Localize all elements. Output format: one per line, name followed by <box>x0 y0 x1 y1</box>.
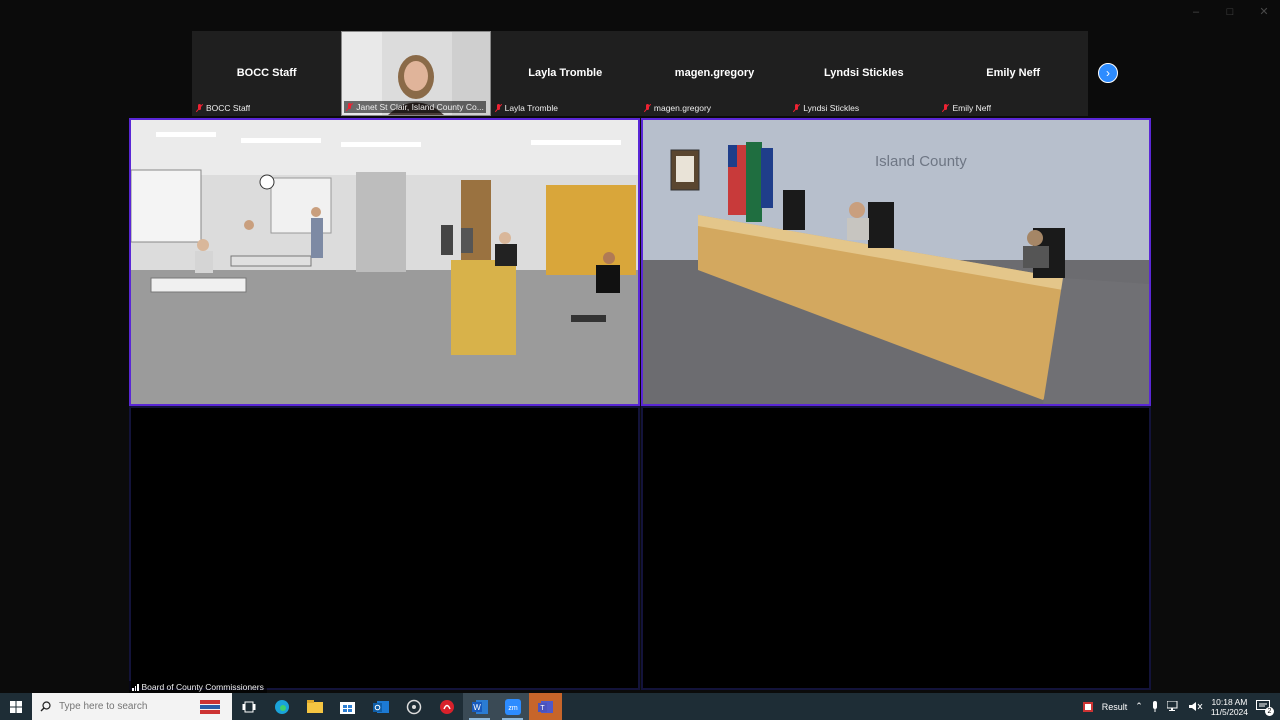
mic-muted-icon <box>793 104 800 112</box>
taskbar-app-explorer[interactable] <box>298 693 331 720</box>
taskbar-clock[interactable]: 10:18 AM 11/5/2024 <box>1211 697 1248 717</box>
close-icon[interactable]: ✕ <box>1258 6 1270 18</box>
taskbar-app-store[interactable] <box>331 693 364 720</box>
participant-tile[interactable]: Layla Tromble Layla Tromble <box>491 31 640 116</box>
result-app-icon[interactable] <box>1082 701 1094 713</box>
mic-muted-icon <box>644 104 651 112</box>
search-highlight-icon <box>200 700 220 714</box>
windows-logo-icon <box>10 700 22 713</box>
zoom-meeting-window: – □ ✕ BOCC Staff BOCC Staff Janet St Cla… <box>0 0 1280 720</box>
search-input[interactable] <box>59 701 179 712</box>
mic-muted-icon <box>942 104 949 112</box>
participant-name: Layla Tromble <box>528 67 603 79</box>
microphone-icon[interactable] <box>1151 700 1159 713</box>
minimize-icon[interactable]: – <box>1190 6 1202 18</box>
room-video-feed <box>131 120 638 404</box>
edge-icon <box>274 699 289 714</box>
taskbar-app-word[interactable]: W <box>463 693 496 720</box>
mic-muted-icon <box>346 103 353 111</box>
participant-name: Lyndsi Stickles <box>823 67 904 79</box>
mic-muted-icon <box>495 104 502 112</box>
participant-label-text: magen.gregory <box>653 103 712 113</box>
task-view-button[interactable] <box>232 693 265 720</box>
participant-name: magen.gregory <box>674 67 755 79</box>
participant-label: Layla Tromble <box>495 103 558 113</box>
taskbar-app-settings[interactable] <box>397 693 430 720</box>
svg-text:zm: zm <box>508 705 518 712</box>
video-tile-empty[interactable] <box>641 406 1151 690</box>
video-tile-empty[interactable] <box>129 406 640 690</box>
signal-strength-icon <box>132 683 139 691</box>
taskbar-app-zoom[interactable]: zm <box>496 693 529 720</box>
participant-tile[interactable]: Emily Neff Emily Neff <box>938 31 1087 116</box>
svg-text:W: W <box>473 703 481 712</box>
windows-taskbar: W zm T Result ⌃ 10:18 AM 11/5/2024 2 <box>0 693 1280 720</box>
meeting-name-label: Board of County Commissioners <box>129 681 267 693</box>
participant-label: Janet St Clair, Island County Co... <box>344 101 486 113</box>
video-tile-room[interactable] <box>129 118 640 406</box>
participant-name: Emily Neff <box>986 67 1041 79</box>
start-button[interactable] <box>0 693 32 720</box>
system-tray: Result ⌃ 10:18 AM 11/5/2024 2 <box>1082 693 1280 720</box>
participant-strip: BOCC Staff BOCC Staff Janet St Clair, Is… <box>192 31 1088 116</box>
search-icon <box>40 701 51 712</box>
store-icon <box>340 702 355 714</box>
participant-label-text: Layla Tromble <box>504 103 558 113</box>
gear-icon <box>406 699 421 714</box>
zoom-icon: zm <box>504 698 521 715</box>
red-app-icon <box>439 699 454 714</box>
taskbar-app-red[interactable] <box>430 693 463 720</box>
participant-label: magen.gregory <box>644 103 711 113</box>
notification-count-badge: 2 <box>1265 706 1274 716</box>
video-tile-dais[interactable]: Island County <box>641 118 1151 406</box>
folder-icon <box>306 700 323 713</box>
word-icon: W <box>471 699 488 714</box>
clock-date: 11/5/2024 <box>1210 706 1248 717</box>
taskbar-app-outlook[interactable] <box>364 693 397 720</box>
meeting-name-text: Board of County Commissioners <box>141 682 264 692</box>
mic-muted-icon <box>196 104 203 112</box>
teams-icon: T <box>537 700 553 713</box>
taskbar-search[interactable] <box>32 693 232 720</box>
wall-sign: Island County <box>875 153 967 170</box>
maximize-icon[interactable]: □ <box>1224 6 1236 18</box>
participant-label: BOCC Staff <box>196 103 250 113</box>
participant-tile[interactable]: Lyndsi Stickles Lyndsi Stickles <box>789 31 938 116</box>
participant-tile[interactable]: BOCC Staff BOCC Staff <box>192 31 341 116</box>
participant-label-text: Emily Neff <box>952 103 992 113</box>
task-view-icon <box>242 701 255 712</box>
participant-label: Lyndsi Stickles <box>793 103 859 113</box>
participant-tile[interactable]: magen.gregory magen.gregory <box>640 31 789 116</box>
taskbar-app-edge[interactable] <box>265 693 298 720</box>
participant-video-tile[interactable]: Janet St Clair, Island County Co... <box>341 31 491 116</box>
network-icon[interactable] <box>1166 701 1181 712</box>
svg-text:T: T <box>540 705 545 712</box>
tray-result-label[interactable]: Result <box>1102 702 1128 712</box>
participant-label-text: Janet St Clair, Island County Co... <box>356 102 484 112</box>
chevron-right-icon: › <box>1106 66 1110 80</box>
chevron-up-icon[interactable]: ⌃ <box>1135 701 1143 712</box>
participant-label-text: Lyndsi Stickles <box>803 103 860 113</box>
participant-label: Emily Neff <box>942 103 991 113</box>
window-controls: – □ ✕ <box>1190 6 1270 18</box>
outlook-icon <box>372 700 389 713</box>
participant-name: BOCC Staff <box>236 67 297 79</box>
taskbar-app-teams[interactable]: T <box>529 693 562 720</box>
next-page-button[interactable]: › <box>1098 63 1118 83</box>
volume-muted-icon[interactable] <box>1188 701 1203 712</box>
notifications-button[interactable]: 2 <box>1256 699 1274 716</box>
dais-video-feed: Island County <box>643 120 1149 404</box>
clock-time: 10:18 AM <box>1211 696 1248 707</box>
participant-label-text: BOCC Staff <box>206 103 251 113</box>
